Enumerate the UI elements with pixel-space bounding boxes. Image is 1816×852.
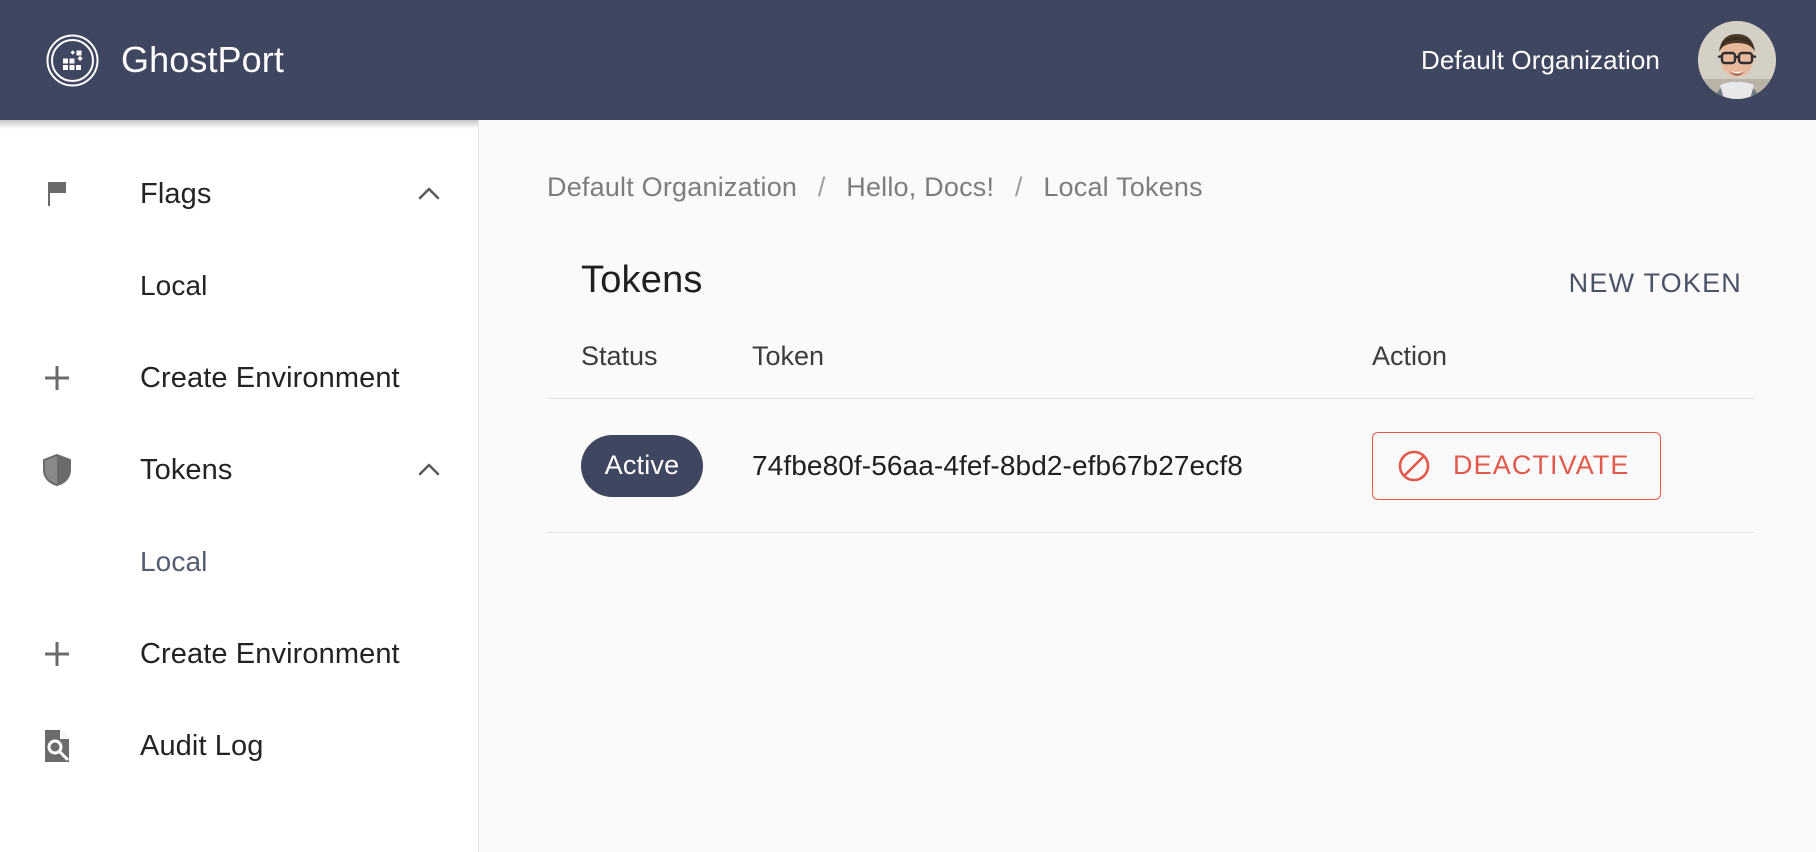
sidebar-item-audit-log[interactable]: Audit Log xyxy=(0,700,478,792)
table-row: Active 74fbe80f-56aa-4fef-8bd2-efb67b27e… xyxy=(547,398,1754,533)
sidebar-item-label: Flags xyxy=(140,177,212,210)
top-bar: GhostPort Default Organization xyxy=(0,0,1816,120)
breadcrumb-item-current: Local Tokens xyxy=(1043,172,1203,202)
tokens-card: Tokens NEW TOKEN Status Token Action Act… xyxy=(547,259,1754,533)
column-header-token: Token xyxy=(752,341,1372,399)
breadcrumb-separator: / xyxy=(1014,172,1023,202)
sidebar: Flags Local Create Environment Tokens Lo… xyxy=(0,120,479,852)
organization-name[interactable]: Default Organization xyxy=(1421,45,1660,76)
main-content: Default Organization / Hello, Docs! / Lo… xyxy=(479,120,1816,852)
breadcrumb: Default Organization / Hello, Docs! / Lo… xyxy=(479,120,1816,203)
app-root: GhostPort Default Organization Flags Loc… xyxy=(0,0,1816,852)
brand[interactable]: GhostPort xyxy=(46,34,284,87)
breadcrumb-item-organization[interactable]: Default Organization xyxy=(547,172,797,202)
sidebar-item-label: Local xyxy=(140,546,208,577)
deactivate-button[interactable]: DEACTIVATE xyxy=(1372,431,1661,500)
deactivate-button-label: DEACTIVATE xyxy=(1453,450,1630,480)
ghostport-circle-dots-logo-icon xyxy=(46,34,99,87)
sidebar-item-create-environment-flags[interactable]: Create Environment xyxy=(0,332,478,424)
tokens-table-body: Active 74fbe80f-56aa-4fef-8bd2-efb67b27e… xyxy=(547,398,1754,533)
sidebar-item-label: Audit Log xyxy=(140,729,264,762)
sidebar-item-label: Create Environment xyxy=(140,361,400,394)
chevron-up-icon[interactable] xyxy=(414,455,444,485)
breadcrumb-item-project[interactable]: Hello, Docs! xyxy=(846,172,994,202)
sidebar-item-label: Tokens xyxy=(140,453,233,486)
sidebar-item-tokens[interactable]: Tokens xyxy=(0,424,478,516)
cell-token: 74fbe80f-56aa-4fef-8bd2-efb67b27ecf8 xyxy=(752,398,1372,533)
tokens-card-header: Tokens NEW TOKEN xyxy=(547,259,1754,307)
sidebar-item-flags-local[interactable]: Local xyxy=(0,240,478,332)
breadcrumb-separator: / xyxy=(817,172,826,202)
sidebar-item-flags[interactable]: Flags xyxy=(0,148,478,240)
token-value: 74fbe80f-56aa-4fef-8bd2-efb67b27ecf8 xyxy=(752,449,1243,481)
sidebar-item-label: Local xyxy=(140,270,208,301)
status-badge: Active xyxy=(581,434,703,497)
flag-icon xyxy=(34,178,80,210)
shield-icon xyxy=(34,453,80,487)
document-search-icon xyxy=(34,728,80,764)
avatar[interactable] xyxy=(1698,21,1776,99)
column-header-status: Status xyxy=(547,341,752,399)
cell-status: Active xyxy=(547,398,752,533)
top-bar-right: Default Organization xyxy=(1421,21,1776,99)
new-token-button[interactable]: NEW TOKEN xyxy=(1559,260,1752,307)
chevron-up-icon[interactable] xyxy=(414,179,444,209)
plus-icon xyxy=(34,637,80,671)
tokens-table-head: Status Token Action xyxy=(547,341,1754,399)
table-header-row: Status Token Action xyxy=(547,341,1754,399)
cell-action: DEACTIVATE xyxy=(1372,398,1754,533)
column-header-action: Action xyxy=(1372,341,1754,399)
page-title: Tokens xyxy=(581,259,703,301)
sidebar-item-create-environment-tokens[interactable]: Create Environment xyxy=(0,608,478,700)
plus-icon xyxy=(34,361,80,395)
sidebar-item-label: Create Environment xyxy=(140,637,400,670)
body-wrapper: Flags Local Create Environment Tokens Lo… xyxy=(0,120,1816,852)
ban-circle-slash-icon xyxy=(1397,449,1431,483)
sidebar-item-tokens-local[interactable]: Local xyxy=(0,516,478,608)
brand-name: GhostPort xyxy=(121,39,284,80)
tokens-table: Status Token Action Active 74fbe80f-56aa… xyxy=(547,341,1754,533)
